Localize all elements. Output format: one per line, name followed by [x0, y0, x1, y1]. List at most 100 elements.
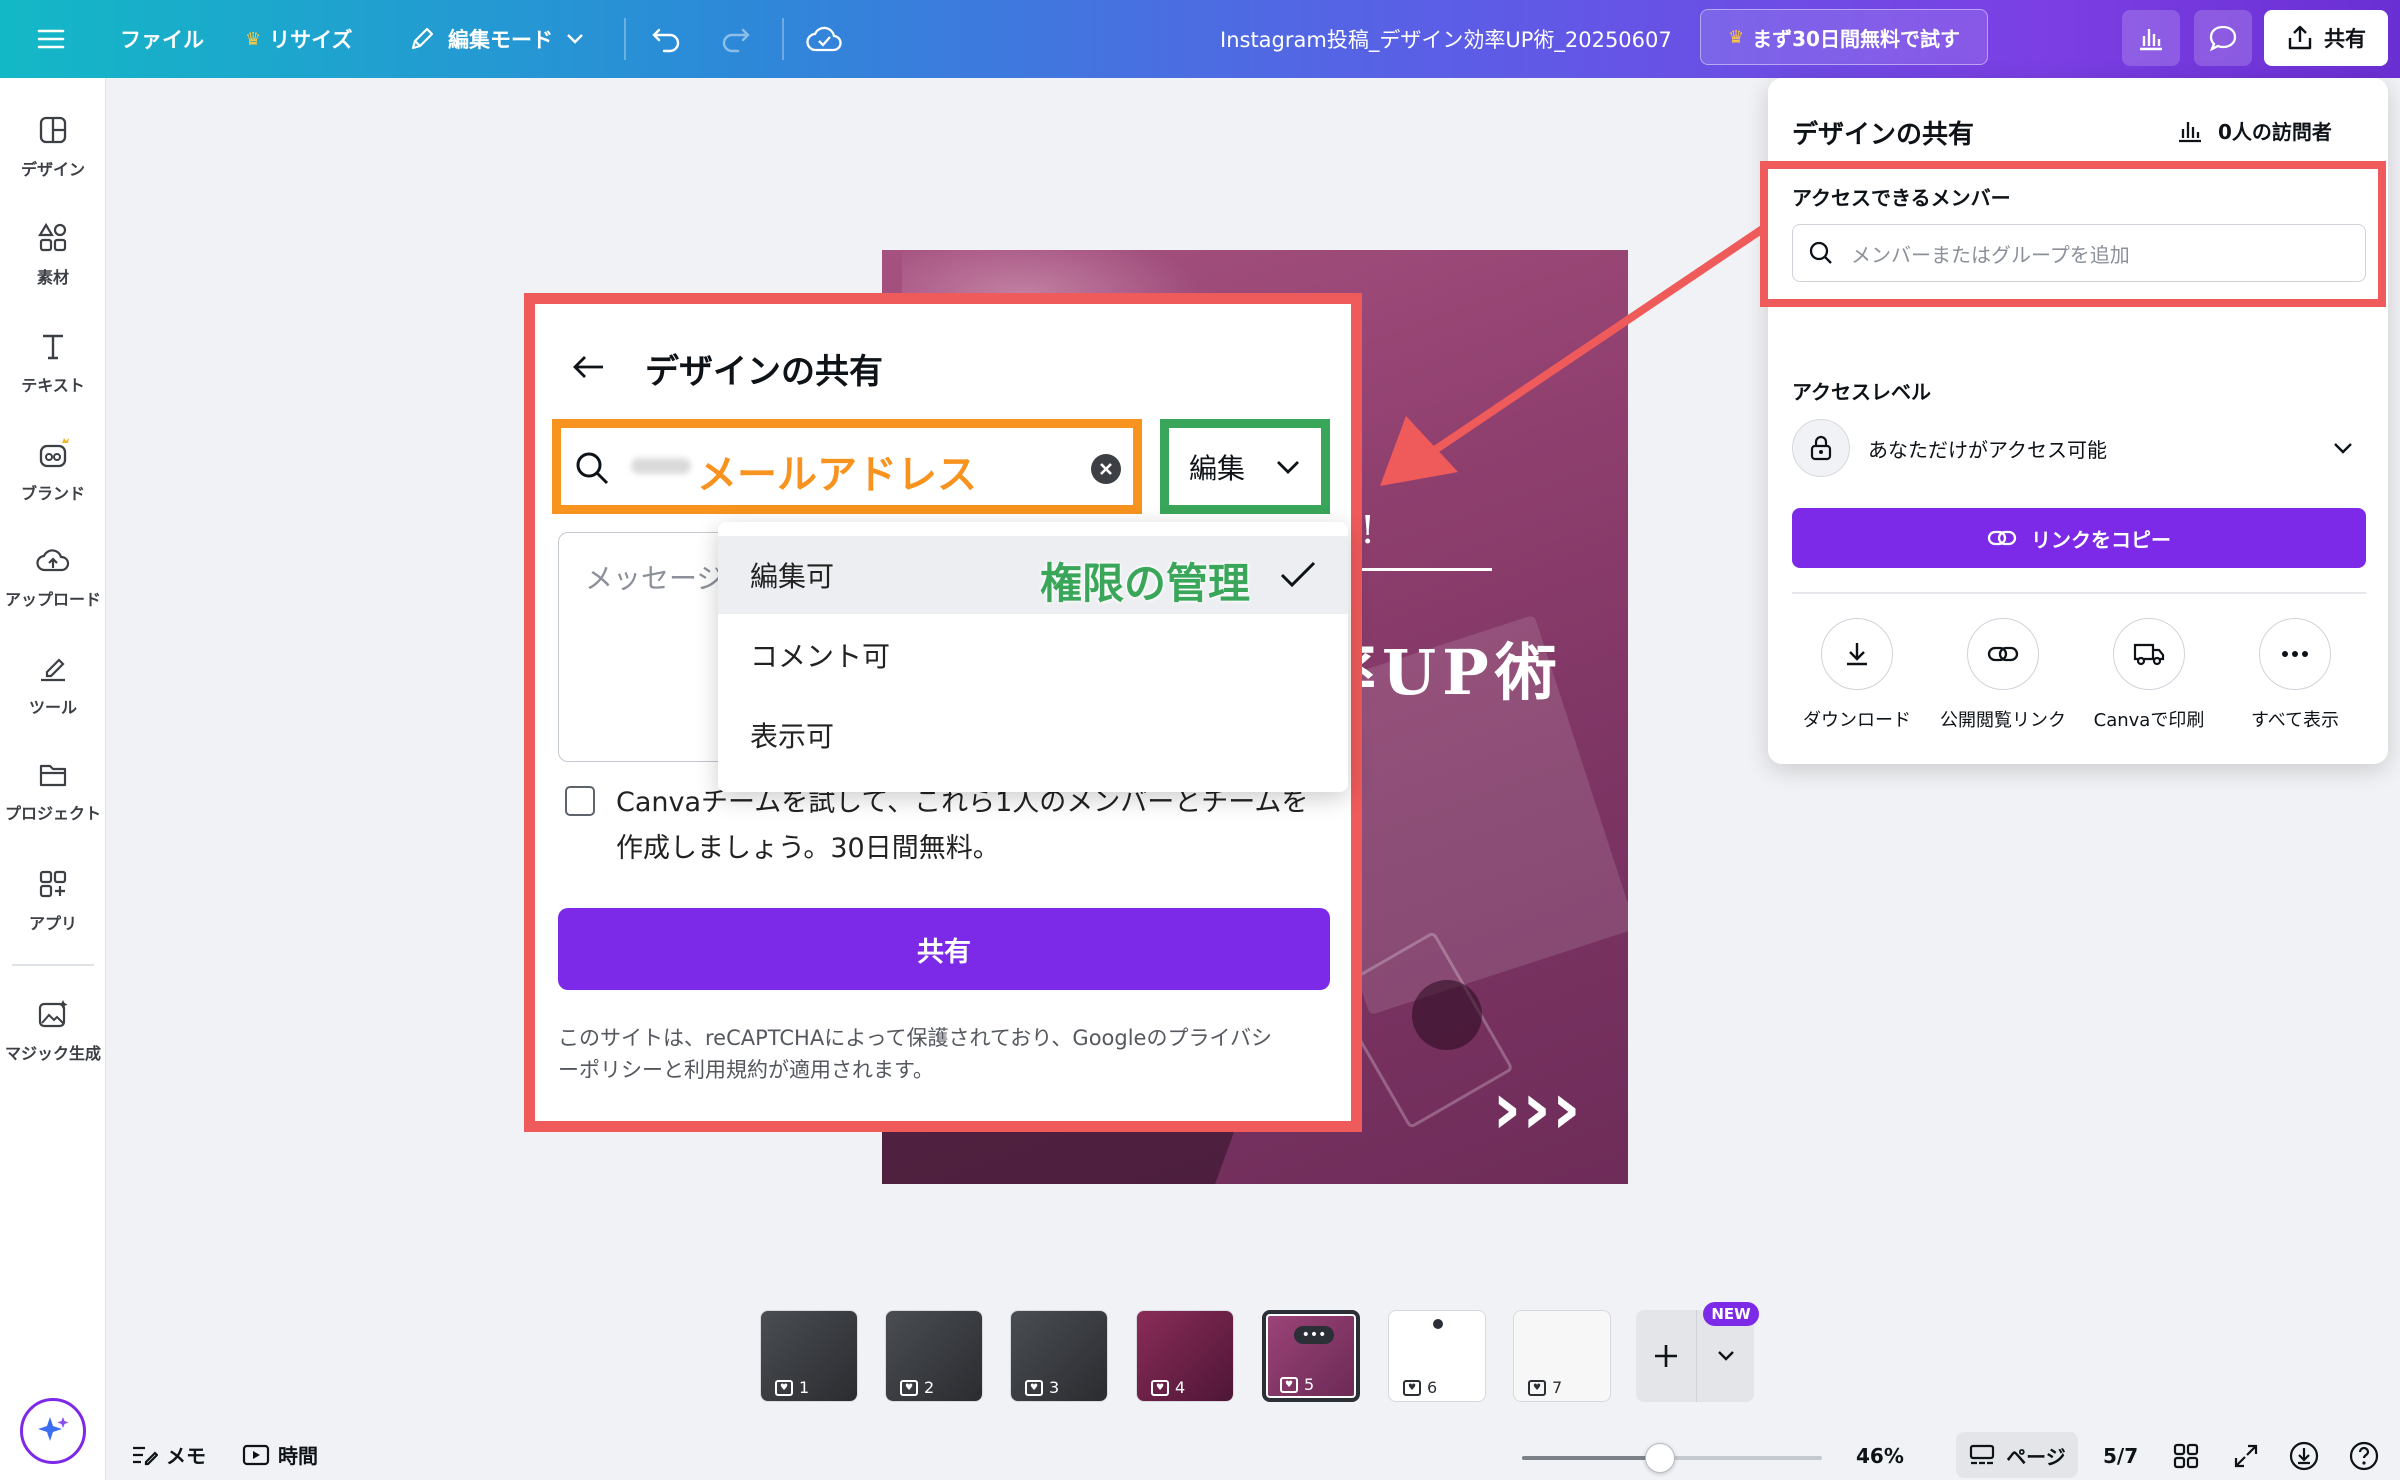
share-popover: デザインの共有 0人の訪問者 アクセスできるメンバー メンバーまたはグループを追… — [1760, 78, 2388, 764]
share-submit-button[interactable]: 共有 — [558, 908, 1330, 990]
elements-icon — [38, 222, 67, 252]
permission-annotation-label: 権限の管理 — [1040, 559, 1251, 608]
lock-icon — [1792, 419, 1850, 477]
page-counter[interactable]: 5/7 — [2103, 1444, 2138, 1468]
undo-button[interactable] — [650, 0, 684, 78]
zoom-slider-handle[interactable] — [1645, 1443, 1675, 1473]
document-title[interactable]: Instagram投稿_デザイン効率UP術_20250607 — [1220, 0, 1672, 78]
sidebar-item-design[interactable]: デザイン — [0, 114, 106, 180]
clear-input-button[interactable] — [1091, 454, 1121, 484]
sidebar-item-projects[interactable]: プロジェクト — [0, 760, 106, 824]
dialog-title: デザインの共有 — [645, 352, 883, 392]
page-thumbnail[interactable]: ♥ 7 — [1513, 1310, 1611, 1402]
email-input[interactable]: メールアドレス — [552, 419, 1142, 514]
sidebar-item-label: アップロード — [4, 590, 101, 609]
see-all-action[interactable]: すべて表示 — [2230, 618, 2360, 732]
annotation-arrow — [1380, 224, 1767, 486]
sidebar-item-brand[interactable]: ブランド — [0, 436, 106, 504]
insights-button[interactable] — [2122, 10, 2180, 66]
print-action[interactable]: Canvaで印刷 — [2084, 618, 2214, 732]
recaptcha-notice: このサイトは、reCAPTCHAによって保護されており、Googleのプライバシ… — [558, 1022, 1272, 1086]
page-number: 7 — [1552, 1378, 1563, 1397]
page-thumbnail[interactable]: ♥ 2 — [885, 1310, 983, 1402]
copy-link-button[interactable]: リンクをコピー — [1792, 508, 2366, 568]
permission-option-comment[interactable]: コメント可 — [718, 616, 1348, 694]
page-thumbnail[interactable]: ♥ 6 — [1388, 1310, 1486, 1402]
public-link-label: 公開閲覧リンク — [1940, 710, 2066, 731]
public-link-action[interactable]: 公開閲覧リンク — [1938, 618, 2068, 732]
timer-button[interactable]: 時間 — [242, 1440, 318, 1469]
resize-label: リサイズ — [269, 28, 353, 52]
sidebar-item-label: 素材 — [36, 268, 69, 287]
blurred-email — [631, 458, 691, 474]
access-level-dropdown[interactable]: あなただけがアクセス可能 — [1792, 416, 2366, 480]
email-annotation-label: メールアドレス — [697, 452, 977, 498]
add-page-button[interactable] — [1636, 1310, 1696, 1402]
draw-tool-icon — [41, 658, 65, 682]
permission-option-view[interactable]: 表示可 — [718, 696, 1348, 774]
edit-mode-dropdown[interactable]: 編集モード — [408, 0, 585, 78]
recaptcha-line1: このサイトは、reCAPTCHAによって保護されており、Googleのプライバシ — [558, 1026, 1273, 1050]
grid-icon — [2173, 1443, 2199, 1469]
free-trial-button[interactable]: ♛ まず30日間無料で試す — [1700, 9, 1988, 65]
comments-button[interactable] — [2194, 10, 2252, 66]
permission-menu: 編集可 権限の管理 コメント可 表示可 — [718, 522, 1348, 792]
sidebar-item-apps[interactable]: アプリ — [0, 868, 106, 934]
page-thumbnail[interactable]: ♥ 3 — [1010, 1310, 1108, 1402]
page-view-label: ページ — [2006, 1444, 2066, 1469]
save-status-button[interactable] — [806, 0, 842, 78]
download-status-button[interactable] — [2288, 1440, 2320, 1472]
team-trial-checkbox[interactable] — [565, 786, 595, 816]
text-icon — [43, 334, 63, 360]
page-thumbnail-current[interactable]: ••• ♥ 5 — [1262, 1310, 1360, 1402]
checkmark-icon — [1280, 561, 1316, 588]
page-view-button[interactable]: ページ — [1956, 1432, 2078, 1478]
page-thumbnail[interactable]: ♥ 4 — [1136, 1310, 1234, 1402]
bar-chart-icon — [2179, 121, 2201, 142]
more-icon[interactable]: ••• — [1294, 1326, 1334, 1344]
permission-dropdown[interactable]: 編集 — [1160, 419, 1330, 514]
thumb-dot — [1433, 1319, 1443, 1329]
search-icon — [576, 452, 609, 485]
file-menu-button[interactable]: ファイル — [120, 0, 204, 78]
hamburger-icon — [37, 29, 65, 49]
members-search-input[interactable]: メンバーまたはグループを追加 — [1792, 224, 2366, 282]
sidebar-item-uploads[interactable]: アップロード — [0, 544, 106, 610]
crown-icon: ♛ — [245, 28, 262, 50]
members-search-placeholder: メンバーまたはグループを追加 — [1851, 242, 2130, 267]
share-button[interactable]: 共有 — [2264, 10, 2388, 66]
sidebar-item-text[interactable]: テキスト — [0, 330, 106, 396]
grid-view-button[interactable] — [2172, 1442, 2200, 1470]
sidebar-item-label: デザイン — [20, 160, 85, 179]
visitors-count: 0人の訪問者 — [2218, 120, 2332, 144]
page-number: 2 — [924, 1378, 935, 1397]
page-icon: ♥ — [1280, 1376, 1298, 1393]
sidebar-item-elements[interactable]: 素材 — [0, 222, 106, 288]
sidebar-item-tools[interactable]: ツール — [0, 652, 106, 718]
sidebar-item-label: ブランド — [20, 484, 85, 503]
permission-option-label: コメント可 — [750, 640, 891, 673]
download-label: ダウンロード — [1803, 710, 1911, 731]
visitors-button[interactable]: 0人の訪問者 — [2176, 116, 2332, 145]
sidebar-item-magic-media[interactable]: マジック生成 — [0, 998, 106, 1064]
redo-button[interactable] — [718, 0, 752, 78]
back-button[interactable] — [571, 352, 607, 382]
permission-option-edit[interactable]: 編集可 権限の管理 — [718, 536, 1348, 614]
page-icon: ♥ — [1403, 1379, 1421, 1396]
page-thumbnail[interactable]: ♥ 1 — [760, 1310, 858, 1402]
notes-button[interactable]: メモ — [130, 1440, 206, 1469]
hamburger-menu-button[interactable] — [36, 0, 66, 78]
message-placeholder: メッセージ — [585, 562, 725, 595]
print-label: Canvaで印刷 — [2093, 710, 2205, 731]
chevron-down-icon — [567, 34, 583, 44]
fullscreen-button[interactable] — [2232, 1442, 2260, 1470]
magic-assistant-button[interactable] — [20, 1398, 86, 1464]
chevron-down-icon — [1277, 460, 1299, 474]
help-button[interactable] — [2348, 1440, 2380, 1472]
resize-button[interactable]: ♛ リサイズ — [245, 0, 353, 78]
zoom-level[interactable]: 46% — [1856, 1444, 1904, 1468]
download-action[interactable]: ダウンロード — [1792, 618, 1922, 732]
layout-icon — [39, 116, 67, 144]
redo-icon — [722, 28, 750, 53]
folder-icon — [39, 764, 67, 787]
